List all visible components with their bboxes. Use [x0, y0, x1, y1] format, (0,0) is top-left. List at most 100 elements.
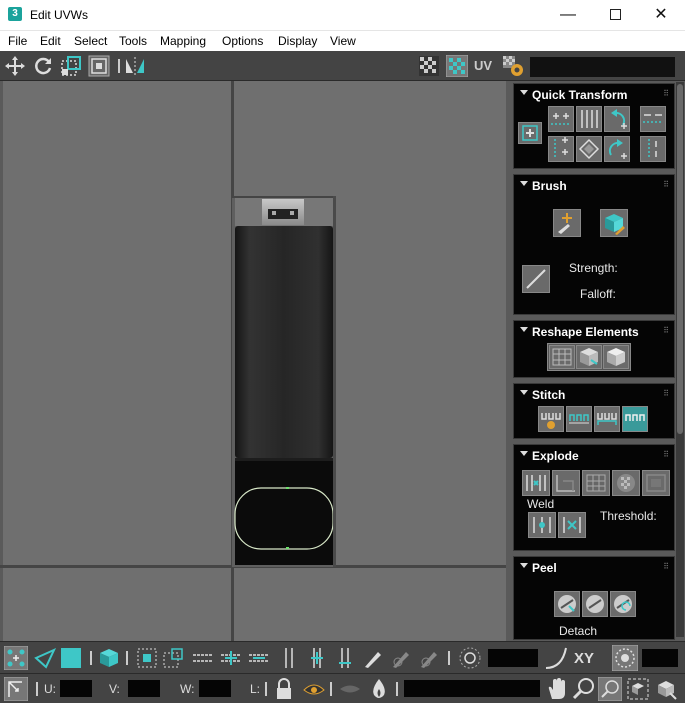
break-button[interactable] [522, 470, 550, 496]
mirror-icon[interactable] [124, 55, 146, 77]
w-field[interactable] [199, 680, 231, 697]
menu-mapping[interactable]: Mapping [160, 34, 206, 48]
collapse-arrow-icon[interactable] [520, 327, 528, 332]
reset-peel-button[interactable] [610, 591, 636, 617]
scale-icon[interactable] [60, 55, 82, 77]
paint-grow-icon[interactable] [390, 647, 412, 669]
uv-mode-label[interactable]: UV [474, 58, 492, 73]
grip-icon[interactable]: ⠿ [663, 389, 669, 398]
freeze-icon[interactable] [368, 677, 390, 699]
v-field[interactable] [128, 680, 160, 697]
loop-shrink-icon[interactable] [248, 647, 270, 669]
polygon-select-icon[interactable] [60, 647, 82, 669]
align-center-button[interactable] [518, 122, 542, 144]
grip-icon[interactable]: ⠿ [663, 562, 669, 571]
lock-icon[interactable] [274, 678, 296, 700]
paint-shrink-icon[interactable] [418, 647, 440, 669]
rollout-title[interactable]: Explode [532, 449, 579, 463]
flatten-by-polygon-button[interactable] [582, 470, 610, 496]
limit-field[interactable] [642, 649, 678, 667]
xy-space-label[interactable]: XY [574, 650, 594, 667]
zoom-icon[interactable] [572, 677, 594, 700]
align-vertical-button[interactable] [548, 136, 574, 162]
collapse-arrow-icon[interactable] [520, 390, 528, 395]
loop-select-icon[interactable] [192, 647, 214, 669]
pan-icon[interactable] [546, 677, 568, 699]
rotate-cw-button[interactable] [604, 136, 630, 162]
flatten-by-material-button[interactable] [612, 470, 640, 496]
edge-select-icon[interactable] [34, 647, 56, 669]
flip-horizontal-button[interactable] [640, 106, 666, 132]
align-horizontal-button[interactable] [548, 106, 574, 132]
grip-icon[interactable]: ⠿ [663, 450, 669, 459]
rotate-icon[interactable] [32, 55, 54, 77]
flip-vertical-button[interactable] [640, 136, 666, 162]
maximize-button[interactable] [592, 0, 638, 30]
rotate-ccw-button[interactable] [604, 106, 630, 132]
relax-brush-button[interactable] [600, 209, 628, 237]
shrink-selection-icon[interactable] [162, 647, 184, 669]
straighten-button[interactable] [576, 136, 602, 162]
falloff-curve-button[interactable] [522, 265, 550, 293]
grip-icon[interactable]: ⠿ [663, 89, 669, 98]
selection-name-field[interactable] [404, 680, 540, 697]
freeform-icon[interactable] [88, 55, 110, 77]
scrollbar-thumb[interactable] [677, 84, 683, 434]
menu-select[interactable]: Select [74, 34, 107, 48]
rollout-title[interactable]: Stitch [532, 388, 565, 402]
grip-icon[interactable]: ⠿ [663, 326, 669, 335]
rollout-title[interactable]: Peel [532, 561, 557, 575]
collapse-arrow-icon[interactable] [520, 563, 528, 568]
stitch-custom-button[interactable] [538, 406, 564, 432]
menu-file[interactable]: File [8, 34, 27, 48]
absolute-offset-icon[interactable] [4, 677, 28, 701]
vertex-select-icon[interactable] [4, 646, 28, 670]
checker-off-icon[interactable] [418, 55, 440, 77]
minimize-button[interactable]: — [545, 0, 591, 30]
grow-selection-icon[interactable] [136, 647, 158, 669]
paint-move-button[interactable] [553, 209, 581, 237]
loop-grow-icon[interactable] [220, 647, 242, 669]
menu-options[interactable]: Options [222, 34, 263, 48]
zoom-region-icon[interactable] [598, 677, 622, 701]
checker-on-icon[interactable] [446, 55, 468, 77]
zoom-selected-icon[interactable] [654, 677, 677, 700]
space-horizontal-button[interactable] [576, 106, 602, 132]
paint-select-icon[interactable] [362, 647, 384, 669]
stitch-to-target-button[interactable] [566, 406, 592, 432]
menu-edit[interactable]: Edit [40, 34, 61, 48]
ring-grow-icon[interactable] [306, 647, 328, 669]
menu-tools[interactable]: Tools [119, 34, 147, 48]
show-hidden-icon[interactable] [302, 678, 325, 700]
menu-display[interactable]: Display [278, 34, 317, 48]
rollout-title[interactable]: Brush [532, 179, 567, 193]
detach-edge-button[interactable] [552, 470, 580, 496]
collapse-arrow-icon[interactable] [520, 181, 528, 186]
stitch-to-source-button[interactable] [622, 406, 648, 432]
uv-viewport[interactable] [0, 81, 510, 641]
zoom-extents-icon[interactable] [626, 677, 649, 700]
ring-select-icon[interactable] [278, 647, 300, 669]
rollout-title[interactable]: Quick Transform [532, 88, 627, 102]
weld-selected-button[interactable] [528, 512, 556, 538]
rollout-title[interactable]: Reshape Elements [532, 325, 639, 339]
toolbar-field[interactable] [530, 57, 675, 77]
quick-peel-button[interactable] [554, 591, 580, 617]
straighten-selection-button[interactable] [549, 345, 575, 369]
flatten-by-smoothing-button[interactable] [642, 470, 670, 496]
uv-settings-icon[interactable] [502, 55, 524, 77]
collapse-arrow-icon[interactable] [520, 90, 528, 95]
weld-all-button[interactable] [558, 512, 586, 538]
limit-selection-icon[interactable] [612, 645, 638, 671]
soft-selection-field[interactable] [488, 649, 538, 667]
element-select-icon[interactable] [98, 647, 120, 669]
stitch-average-button[interactable] [594, 406, 620, 432]
soft-selection-icon[interactable] [458, 646, 481, 669]
hide-icon[interactable] [338, 678, 360, 700]
collapse-arrow-icon[interactable] [520, 451, 528, 456]
relax-until-flat-button[interactable] [576, 345, 602, 369]
move-icon[interactable] [4, 55, 26, 77]
peel-mode-button[interactable] [582, 591, 608, 617]
close-button[interactable]: ✕ [638, 0, 684, 30]
u-field[interactable] [60, 680, 92, 697]
